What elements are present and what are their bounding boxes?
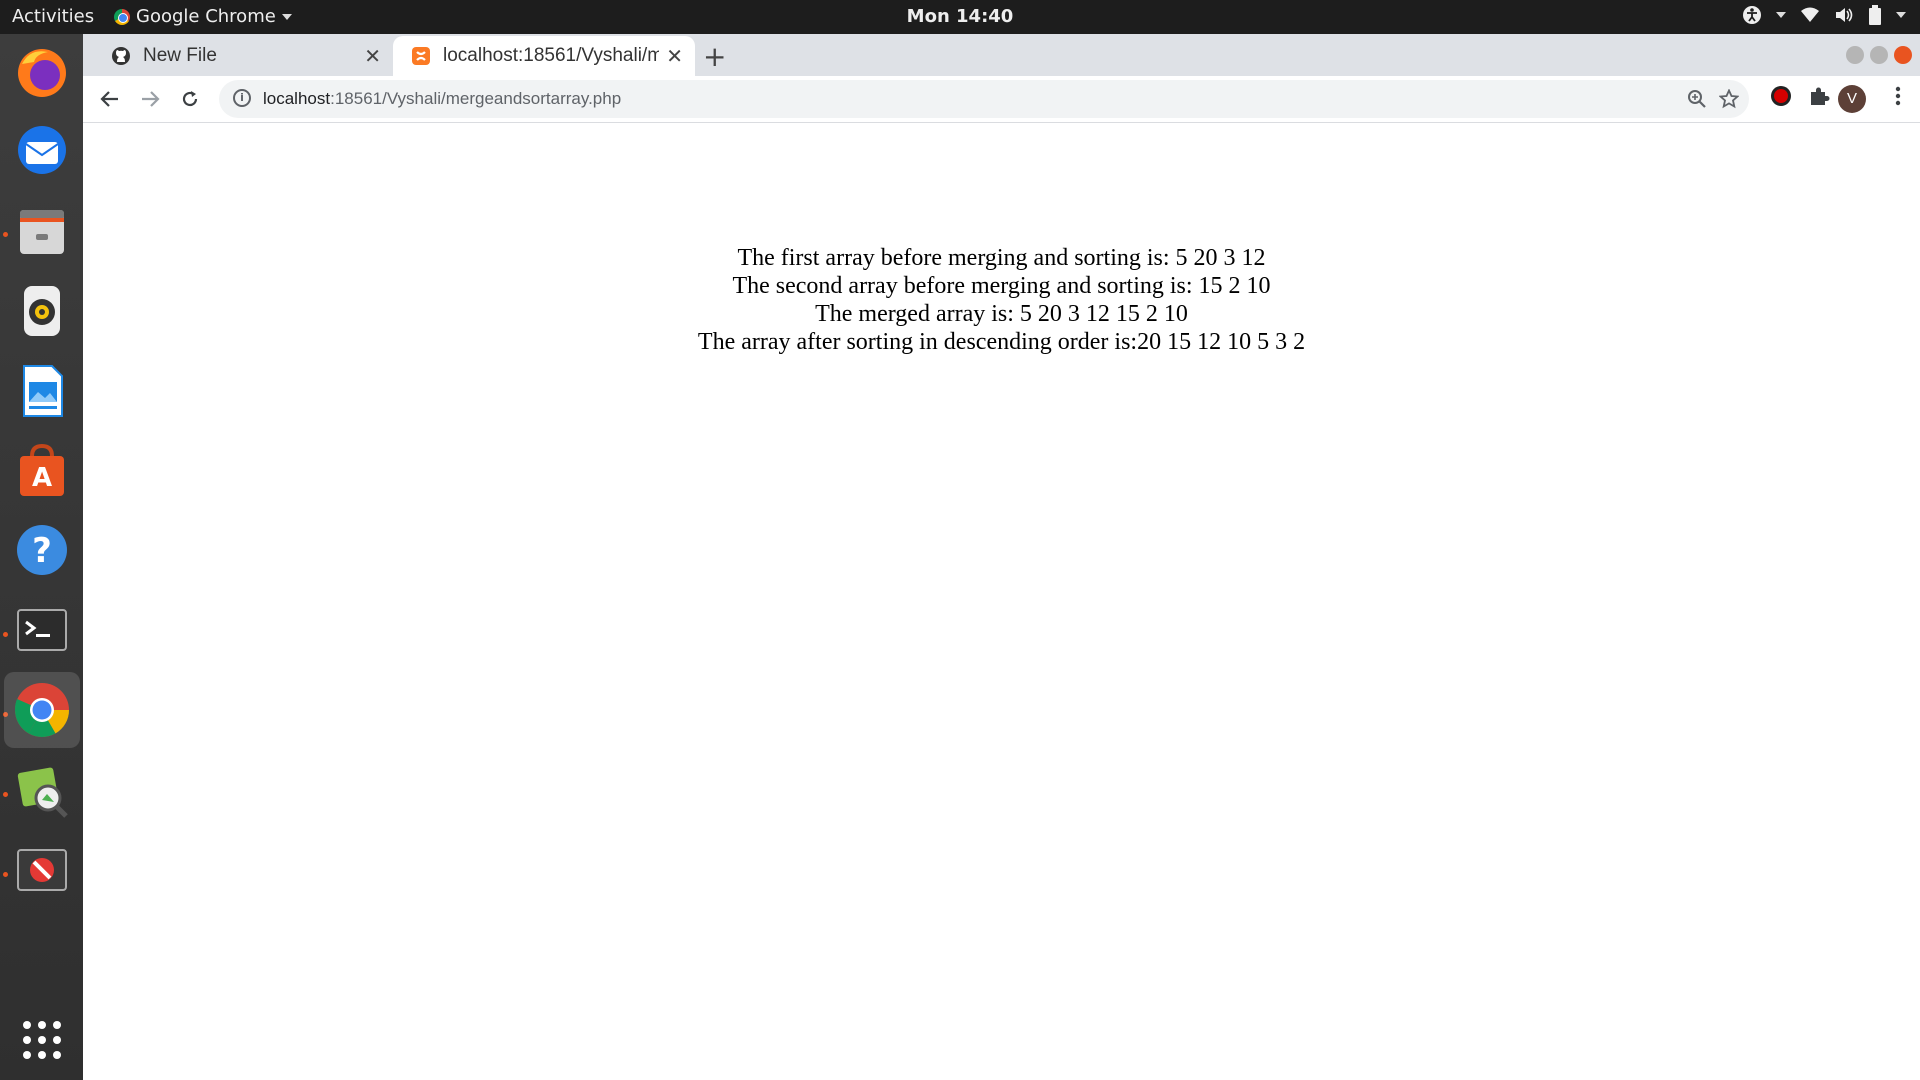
tab-strip: New File ✕ localhost:18561/Vyshali/merge… [83, 34, 1920, 76]
wifi-icon[interactable] [1800, 6, 1820, 24]
back-button[interactable] [95, 84, 125, 114]
merged-array-line: The merged array is: 5 20 3 12 15 2 10 [815, 301, 1188, 327]
software-center-icon: A [20, 443, 64, 496]
chrome-app-icon [114, 8, 130, 25]
chrome-icon [14, 683, 70, 738]
dock-help[interactable]: ? [12, 520, 72, 580]
page-viewport: The first array before merging and sorti… [83, 124, 1920, 1080]
arrow-left-icon [100, 91, 118, 107]
dock-files[interactable] [12, 200, 72, 260]
app-menu-label: Google Chrome [136, 6, 276, 27]
thunderbird-icon [18, 126, 66, 174]
address-bar[interactable]: i localhost:18561/Vyshali/mergeandsortar… [219, 80, 1749, 118]
show-apps-icon [23, 1021, 61, 1059]
tab-title: New File [143, 45, 217, 66]
tab-close-button[interactable]: ✕ [364, 44, 381, 69]
reload-icon [182, 91, 198, 107]
dock-libreoffice-writer[interactable] [12, 360, 72, 420]
tab-new-file[interactable]: New File ✕ [93, 36, 393, 76]
zoom-icon[interactable] [1687, 89, 1707, 109]
system-tray[interactable] [1742, 5, 1906, 25]
php-output: The first array before merging and sorti… [83, 244, 1920, 356]
chevron-down-icon [281, 13, 292, 20]
app-menu[interactable]: Google Chrome [114, 6, 292, 27]
minimize-button[interactable] [1846, 46, 1864, 64]
rhythmbox-icon [24, 286, 60, 336]
extensions-puzzle-icon[interactable] [1808, 85, 1830, 107]
maximize-button[interactable] [1870, 46, 1888, 64]
chevron-down-icon [1896, 12, 1906, 18]
running-indicator [3, 632, 8, 637]
svg-text:?: ? [32, 531, 52, 571]
running-indicator [3, 792, 8, 797]
forward-button[interactable] [135, 84, 165, 114]
menu-kebab-icon[interactable] [1894, 85, 1902, 107]
github-icon [112, 47, 130, 65]
xampp-icon [412, 47, 430, 65]
system-top-bar: Activities Google Chrome Mon 14:40 [0, 0, 1920, 34]
profile-avatar[interactable]: V [1838, 85, 1866, 113]
url-path: :18561/Vyshali/mergeandsortarray.php [330, 89, 622, 108]
dock-firefox[interactable] [12, 42, 72, 102]
chevron-down-icon [1776, 12, 1786, 18]
dock-chrome[interactable] [4, 672, 80, 748]
svg-text:A: A [32, 463, 52, 493]
close-window-button[interactable] [1894, 46, 1912, 64]
tab-title: localhost:18561/Vyshali/mergeandsortarra… [443, 45, 659, 66]
terminal-icon [17, 609, 67, 651]
dock-rhythmbox[interactable] [12, 280, 72, 340]
accessibility-icon[interactable] [1742, 5, 1762, 25]
site-info-icon[interactable]: i [233, 89, 251, 107]
volume-icon[interactable] [1834, 6, 1854, 24]
url-text[interactable]: localhost:18561/Vyshali/mergeandsortarra… [263, 89, 621, 109]
image-viewer-icon [17, 767, 68, 818]
record-extension-icon[interactable] [1770, 85, 1792, 107]
blocked-app-icon [17, 849, 67, 891]
running-indicator [3, 232, 8, 237]
dock-terminal[interactable] [12, 600, 72, 660]
bookmark-star-icon[interactable] [1719, 89, 1739, 109]
sorted-array-line: The array after sorting in descending or… [697, 329, 1306, 355]
battery-icon[interactable] [1868, 5, 1882, 25]
libreoffice-writer-icon [23, 365, 63, 417]
running-indicator [3, 872, 8, 877]
activities-button[interactable]: Activities [12, 6, 94, 27]
first-array-line: The first array before merging and sorti… [737, 245, 1266, 271]
browser-toolbar: i localhost:18561/Vyshali/mergeandsortar… [83, 76, 1920, 123]
tab-close-button[interactable]: ✕ [666, 44, 683, 69]
new-tab-button[interactable]: + [703, 40, 726, 73]
reload-button[interactable] [175, 84, 205, 114]
clock[interactable]: Mon 14:40 [907, 6, 1014, 27]
dock-image-viewer[interactable] [12, 760, 72, 820]
second-array-line: The second array before merging and sort… [732, 273, 1271, 299]
dock-blocked-app[interactable] [12, 840, 72, 900]
url-host: localhost [263, 89, 331, 108]
dock-software-center[interactable]: A [12, 440, 72, 500]
dock-thunderbird[interactable] [12, 120, 72, 180]
files-icon [20, 210, 64, 254]
help-icon: ? [17, 525, 67, 575]
tab-localhost[interactable]: localhost:18561/Vyshali/mergeandsortarra… [393, 36, 695, 76]
arrow-right-icon [142, 91, 160, 107]
dock-show-apps[interactable] [12, 1010, 72, 1070]
dock: A ? [0, 34, 83, 1080]
firefox-icon [18, 49, 66, 97]
